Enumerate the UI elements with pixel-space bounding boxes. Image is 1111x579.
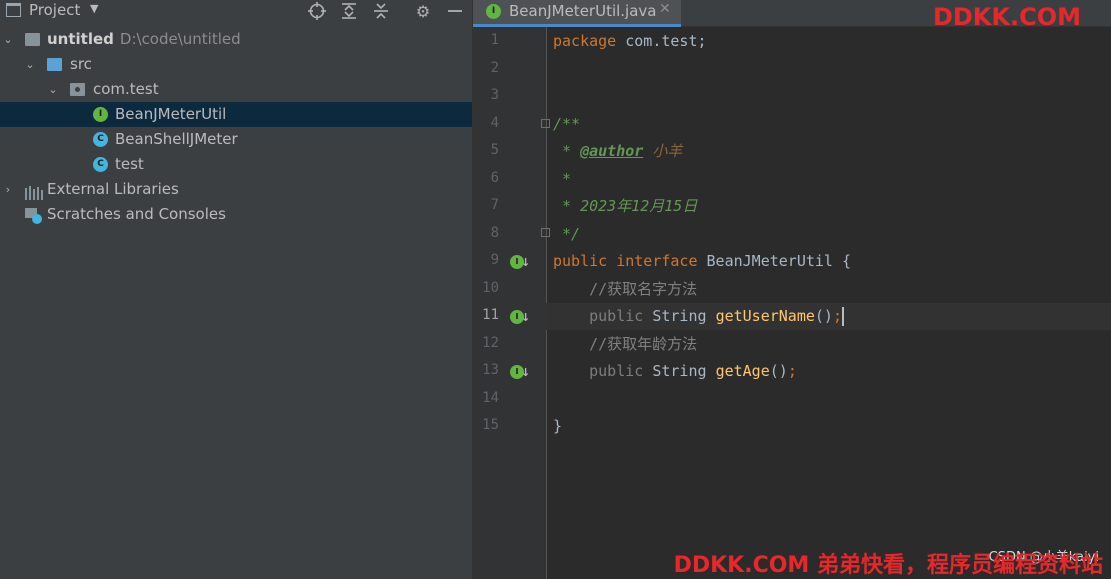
expand-all-icon[interactable] bbox=[338, 0, 360, 22]
line-number: 15 bbox=[482, 417, 499, 433]
chevron-right-icon[interactable]: › bbox=[2, 177, 14, 202]
code-line-current: public String getUserName(); bbox=[546, 303, 1111, 330]
text-caret bbox=[842, 307, 844, 326]
class-icon: C bbox=[93, 132, 108, 147]
tab-beanjmeterutil-java[interactable]: I BeanJMeterUtil.java ✕ bbox=[473, 0, 681, 27]
code-line: */ bbox=[553, 225, 581, 243]
line-number: 8 bbox=[490, 225, 499, 241]
tree-item-label: test bbox=[115, 155, 144, 173]
line-number: 12 bbox=[482, 335, 499, 351]
tree-item-com-test[interactable]: ⌄ com.test bbox=[0, 77, 472, 102]
line-number: 1 bbox=[490, 32, 499, 48]
interface-icon: I bbox=[486, 4, 501, 19]
tree-item-label: BeanShellJMeter bbox=[115, 130, 238, 148]
project-panel: Project ▼ ⚙ ⌄ untitled D:\code\untitled ⌄… bbox=[0, 0, 473, 579]
code-line: //获取年龄方法 bbox=[553, 335, 698, 353]
line-number: 2 bbox=[490, 60, 499, 76]
fold-marker-icon[interactable] bbox=[541, 228, 550, 237]
chevron-down-icon[interactable]: ▼ bbox=[90, 2, 98, 15]
close-icon[interactable]: ✕ bbox=[659, 1, 671, 17]
locate-target-icon[interactable] bbox=[306, 0, 328, 22]
runnable-class-icon: C bbox=[93, 157, 108, 172]
tree-item-external-libraries[interactable]: › External Libraries bbox=[0, 177, 472, 202]
fold-marker-icon[interactable] bbox=[541, 119, 550, 128]
module-folder-icon bbox=[25, 33, 40, 46]
line-number: 3 bbox=[490, 87, 499, 103]
tree-item-label: untitled bbox=[47, 30, 114, 48]
chevron-down-icon[interactable]: ⌄ bbox=[2, 27, 14, 52]
source-folder-icon bbox=[47, 58, 62, 71]
gear-icon[interactable]: ⚙ bbox=[412, 0, 434, 22]
tree-item-scratches[interactable]: Scratches and Consoles bbox=[0, 202, 472, 227]
tree-item-untitled[interactable]: ⌄ untitled D:\code\untitled bbox=[0, 27, 472, 52]
line-number-current: 11 bbox=[482, 307, 499, 323]
implemented-interface-icon[interactable]: I bbox=[510, 255, 530, 270]
line-number: 6 bbox=[490, 170, 499, 186]
tree-item-path: D:\code\untitled bbox=[119, 30, 241, 48]
tree-item-label: BeanJMeterUtil bbox=[115, 105, 227, 123]
scratches-icon bbox=[25, 207, 43, 232]
watermark-bottom: DDKK.COM 弟弟快看，程序员编程资料站 bbox=[673, 553, 1103, 578]
line-number: 10 bbox=[482, 280, 499, 296]
project-title[interactable]: Project bbox=[29, 1, 80, 19]
tree-item-beanjmeterutil[interactable]: I BeanJMeterUtil bbox=[0, 102, 472, 127]
line-number: 4 bbox=[490, 115, 499, 131]
line-number: 13 bbox=[482, 362, 499, 378]
line-number: 9 bbox=[490, 252, 499, 268]
line-number: 5 bbox=[490, 142, 499, 158]
tree-item-test[interactable]: C test bbox=[0, 152, 472, 177]
code-line: } bbox=[553, 417, 563, 435]
tree-item-label: Scratches and Consoles bbox=[47, 205, 226, 223]
tab-label: BeanJMeterUtil.java bbox=[509, 2, 657, 20]
tree-item-label: External Libraries bbox=[47, 180, 179, 198]
project-toolbar: Project ▼ ⚙ bbox=[0, 0, 472, 22]
code-line: public String getAge(); bbox=[553, 362, 797, 380]
tree-item-src[interactable]: ⌄ src bbox=[0, 52, 472, 77]
editor-gutter[interactable]: 1 2 3 4 5 6 7 8 9 10 11 12 13 14 15 I I … bbox=[473, 27, 550, 579]
implemented-method-icon[interactable]: I bbox=[510, 310, 530, 325]
package-icon bbox=[70, 83, 85, 96]
code-line: package com.test; bbox=[553, 32, 707, 50]
project-window-icon bbox=[6, 3, 21, 17]
code-line: /** bbox=[553, 115, 581, 133]
code-line: * bbox=[553, 170, 572, 188]
watermark-top: DDKK.COM bbox=[932, 3, 1081, 31]
code-line: * 2023年12月15日 bbox=[553, 197, 698, 215]
line-number: 14 bbox=[482, 390, 499, 406]
line-number: 7 bbox=[490, 197, 499, 213]
tree-item-label: com.test bbox=[93, 80, 159, 98]
minimize-icon[interactable] bbox=[444, 0, 466, 22]
code-line: //获取名字方法 bbox=[553, 280, 698, 298]
interface-icon: I bbox=[93, 107, 108, 122]
chevron-down-icon[interactable]: ⌄ bbox=[24, 52, 36, 77]
implemented-method-icon[interactable]: I bbox=[510, 365, 530, 380]
tree-item-label: src bbox=[70, 55, 92, 73]
code-line: * @author 小羊 bbox=[553, 142, 683, 160]
tree-item-beanshelljmeter[interactable]: C BeanShellJMeter bbox=[0, 127, 472, 152]
code-editor[interactable]: package com.test; /** * @author 小羊 * * 2… bbox=[546, 27, 1111, 579]
chevron-down-icon[interactable]: ⌄ bbox=[47, 77, 59, 102]
collapse-all-icon[interactable] bbox=[370, 0, 392, 22]
code-line: public interface BeanJMeterUtil { bbox=[553, 252, 852, 270]
